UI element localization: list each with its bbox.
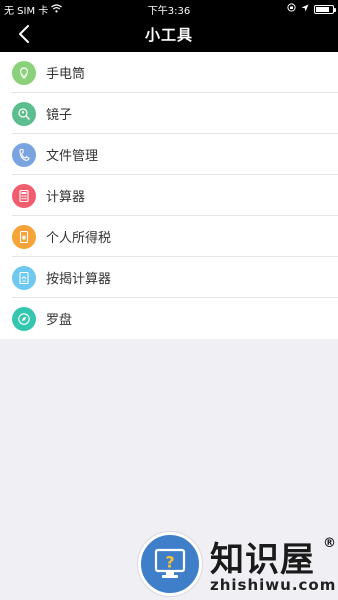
tool-label: 镜子 (46, 108, 73, 123)
tool-label: 按揭计算器 (46, 272, 112, 287)
tool-item-flashlight[interactable]: 手电筒 (0, 52, 338, 93)
orientation-lock-icon (287, 3, 296, 15)
mortgage-calculator-icon (12, 265, 36, 290)
nav-bar: 小工具 (0, 16, 338, 52)
help-monitor-icon: ? (138, 532, 202, 596)
watermark-logo: ? 知识屋 ® zhishiwu.com (138, 530, 338, 600)
tool-label: 计算器 (46, 190, 86, 205)
tool-label: 罗盘 (46, 313, 73, 328)
watermark-brand: 知识屋 (210, 540, 315, 580)
battery-fill (316, 6, 329, 12)
battery-icon (314, 4, 336, 14)
tool-item-calculator[interactable]: 计算器 (0, 175, 338, 216)
flashlight-icon (12, 60, 36, 85)
tools-list: 手电筒 镜子 文件管理 计算器 ¥ 个人所得税 按揭计算器 罗盘 (0, 52, 338, 339)
page-title: 小工具 (144, 26, 193, 44)
tool-item-file-manager[interactable]: 文件管理 (0, 134, 338, 175)
tool-label: 文件管理 (46, 149, 99, 164)
compass-icon (12, 306, 36, 331)
status-bar: 无 SIM 卡 下午3:36 (0, 0, 338, 17)
tool-label: 个人所得税 (46, 231, 112, 246)
tool-item-income-tax[interactable]: ¥ 个人所得税 (0, 216, 338, 257)
file-manager-icon (12, 142, 36, 167)
svg-text:¥: ¥ (22, 234, 27, 241)
watermark-url: zhishiwu.com (210, 576, 337, 594)
tool-item-compass[interactable]: 罗盘 (0, 298, 338, 339)
tool-item-mirror[interactable]: 镜子 (0, 93, 338, 134)
tool-item-mortgage-calculator[interactable]: 按揭计算器 (0, 257, 338, 298)
status-right (287, 3, 336, 15)
mirror-icon (12, 101, 36, 126)
watermark-registered-mark: ® (323, 536, 336, 551)
tax-icon: ¥ (12, 224, 36, 249)
location-icon (301, 4, 309, 15)
calculator-icon (12, 183, 36, 208)
svg-text:?: ? (165, 553, 174, 572)
tool-label: 手电筒 (46, 67, 86, 82)
